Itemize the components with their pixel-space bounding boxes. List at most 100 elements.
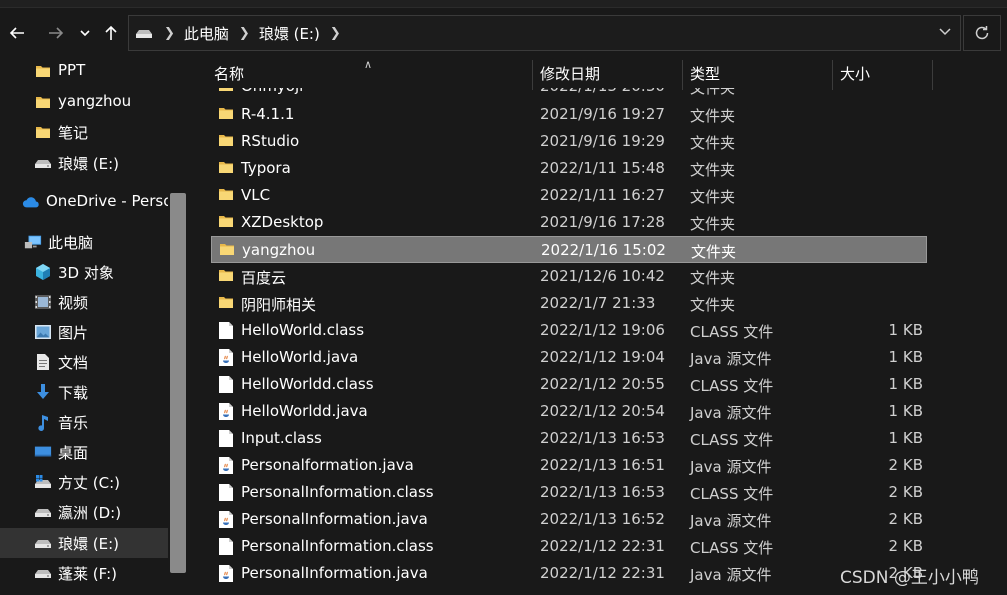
address-dropdown-icon[interactable] (938, 24, 952, 42)
file-date-modified: 2022/1/16 15:02 (541, 241, 666, 259)
address-bar[interactable]: ❯ 此电脑 ❯ 琅嬛 (E:) ❯ (128, 15, 961, 51)
file-name: PersonalInformation.class (241, 537, 434, 555)
sidebar-item[interactable]: PPT (0, 58, 168, 86)
recent-locations-button[interactable] (73, 21, 97, 45)
file-size: 1 KB (888, 321, 923, 339)
folder-row[interactable]: VLC 2022/1/11 16:27 文件夹 (211, 182, 927, 209)
file-row[interactable]: HelloWorld.class 2022/1/12 19:06 CLASS 文件 1… (211, 317, 927, 344)
file-date-modified: 2022/1/7 21:33 (540, 294, 656, 312)
file-name: HelloWorldd.class (241, 375, 374, 393)
file-type: Java 源文件 (690, 350, 772, 368)
column-type[interactable]: 类型 (690, 58, 720, 88)
folder-row[interactable]: 阴阳师相关 2022/1/7 21:33 文件夹 (211, 290, 927, 317)
folder-row[interactable]: yangzhou 2022/1/16 15:02 文件夹 (211, 236, 927, 263)
file-type: 文件夹 (690, 269, 736, 287)
refresh-button[interactable] (963, 15, 1001, 51)
cloud-icon (22, 193, 40, 211)
file-type: 文件夹 (690, 215, 736, 233)
forward-button[interactable] (44, 21, 68, 45)
folder-icon (218, 88, 234, 96)
file-date-modified: 2022/1/12 20:54 (540, 402, 665, 420)
breadcrumb-this-pc[interactable]: 此电脑 (184, 23, 229, 44)
file-icon (218, 429, 234, 448)
file-type: Java 源文件 (690, 458, 772, 476)
file-name: R-4.1.1 (241, 105, 295, 123)
folder-icon (218, 294, 234, 313)
sidebar-item[interactable]: 笔记 (0, 117, 168, 147)
file-size: 1 KB (888, 348, 923, 366)
sidebar-item-label: 方丈 (C:) (58, 474, 120, 492)
file-type: CLASS 文件 (690, 377, 774, 395)
sidebar-item[interactable]: 蓬莱 (F:) (0, 558, 168, 588)
sidebar-item[interactable]: 图片 (0, 317, 168, 347)
sidebar-item-label: 此电脑 (48, 234, 94, 252)
file-row[interactable]: PersonalInformation.class 2022/1/12 22:31… (211, 533, 927, 560)
column-divider[interactable] (932, 60, 933, 90)
file-row[interactable]: Personalformation.java 2022/1/13 16:51 Jav… (211, 452, 927, 479)
sidebar-scroll-thumb[interactable] (170, 193, 186, 573)
breadcrumb-separator-icon[interactable]: ❯ (330, 26, 341, 41)
computer-icon (24, 233, 42, 251)
up-button[interactable] (99, 21, 123, 45)
menu-strip (0, 0, 1007, 8)
file-name: PersonalInformation.java (241, 510, 428, 528)
navigation-pane: PPT yangzhou 笔记 琅嬛 (E:) OneDrive - Perso 此电脑 3… (0, 58, 190, 595)
file-date-modified: 2022/1/13 16:51 (540, 456, 665, 474)
file-date-modified: 2022/1/11 15:48 (540, 159, 665, 177)
column-size[interactable]: 大小 (840, 58, 870, 88)
sidebar-item[interactable]: 视频 (0, 287, 168, 317)
folder-row[interactable]: R-4.1.1 2021/9/16 19:27 文件夹 (211, 101, 927, 128)
file-date-modified: 2022/1/13 16:53 (540, 483, 665, 501)
java-file-icon (218, 456, 234, 475)
sidebar-item[interactable]: 桌面 (0, 437, 168, 467)
drive-icon (34, 564, 52, 582)
java-file-icon (218, 510, 234, 529)
file-row[interactable]: PersonalInformation.java 2022/1/13 16:52 J… (211, 506, 927, 533)
file-row[interactable]: PersonalInformation.class 2022/1/13 16:53… (211, 479, 927, 506)
folder-row[interactable]: Typora 2022/1/11 15:48 文件夹 (211, 155, 927, 182)
sidebar-item[interactable]: 此电脑 (0, 227, 168, 257)
sidebar-item[interactable]: 瀛洲 (D:) (0, 497, 168, 527)
folder-icon (34, 123, 52, 141)
sidebar-item[interactable]: 文档 (0, 347, 168, 377)
sidebar-item[interactable]: 音乐 (0, 407, 168, 437)
column-date-modified[interactable]: 修改日期 (540, 58, 600, 88)
navigation-bar: ❯ 此电脑 ❯ 琅嬛 (E:) ❯ (0, 8, 1007, 58)
file-date-modified: 2022/1/13 20:30 (540, 88, 665, 95)
sidebar-item[interactable]: 3D 对象 (0, 257, 168, 287)
sidebar-item-label: OneDrive - Perso (46, 192, 173, 210)
file-name: Input.class (241, 429, 322, 447)
file-type: Java 源文件 (690, 404, 772, 422)
file-row[interactable]: HelloWorldd.java 2022/1/12 20:54 Java 源文件 1… (211, 398, 927, 425)
file-name: HelloWorld.java (241, 348, 359, 366)
sidebar-item-label: 蓬莱 (F:) (58, 565, 117, 583)
folder-icon (218, 213, 234, 232)
folder-row[interactable]: RStudio 2021/9/16 19:29 文件夹 (211, 128, 927, 155)
folder-row[interactable]: Onmyoji 2022/1/13 20:30 文件夹 (211, 88, 927, 100)
file-row[interactable]: HelloWorldd.class 2022/1/12 20:55 CLASS 文件… (211, 371, 927, 398)
column-divider[interactable] (832, 60, 833, 90)
sidebar-item[interactable]: 方丈 (C:) (0, 467, 168, 497)
file-icon (218, 321, 234, 340)
chevron-down-icon (80, 30, 90, 37)
sidebar-item[interactable]: yangzhou (0, 87, 168, 117)
folder-row[interactable]: 百度云 2021/12/6 10:42 文件夹 (211, 263, 927, 290)
sidebar-item[interactable]: OneDrive - Perso (0, 187, 172, 217)
file-row[interactable]: HelloWorld.java 2022/1/12 19:04 Java 源文件 1 … (211, 344, 927, 371)
sidebar-item[interactable]: 琅嬛 (E:) (0, 148, 168, 178)
sidebar-item[interactable]: 下载 (0, 377, 168, 407)
file-row[interactable]: PersonalInformation.java 2022/1/12 22:31 J… (211, 560, 927, 587)
column-name[interactable]: 名称 (214, 58, 244, 88)
file-row[interactable]: Input.class 2022/1/13 16:53 CLASS 文件 1 KB (211, 425, 927, 452)
sort-ascending-icon: ∧ (364, 58, 373, 71)
sidebar-item-label: 琅嬛 (E:) (58, 535, 120, 553)
folder-row[interactable]: XZDesktop 2021/9/16 17:28 文件夹 (211, 209, 927, 236)
breadcrumb-drive-e[interactable]: 琅嬛 (E:) (259, 23, 320, 44)
file-date-modified: 2022/1/13 16:53 (540, 429, 665, 447)
sidebar-item[interactable]: 琅嬛 (E:) (0, 528, 168, 558)
column-divider[interactable] (532, 60, 533, 90)
file-name: VLC (241, 186, 271, 204)
back-button[interactable] (5, 21, 29, 45)
column-divider[interactable] (682, 60, 683, 90)
file-name: yangzhou (242, 241, 316, 259)
